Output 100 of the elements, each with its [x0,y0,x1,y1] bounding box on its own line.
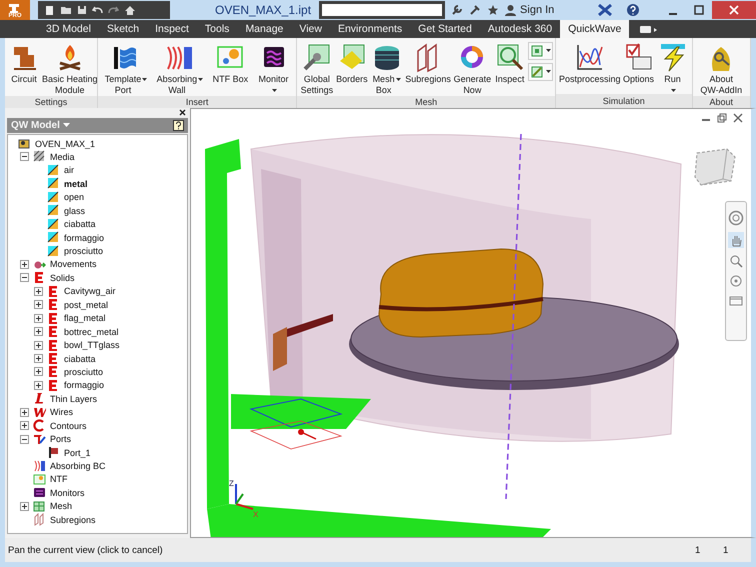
tree-item[interactable]: post_metal [63,300,110,310]
orbit-icon[interactable] [729,274,743,288]
ribbon-tab[interactable]: View [291,20,330,38]
zoom-icon[interactable] [729,254,743,268]
tree-item[interactable]: OVEN_MAX_1 [34,138,96,149]
exchange-icon[interactable] [598,4,612,16]
expander-icon[interactable] [20,502,29,511]
ribbon-button[interactable]: Monitor [256,40,290,96]
ribbon-button[interactable]: Postprocessing [558,40,622,94]
expander-icon[interactable] [34,367,43,376]
ribbon-button[interactable]: Options [622,40,656,94]
tree-item[interactable]: glass [63,206,86,216]
tree-item[interactable]: Mesh [49,501,74,512]
expander-icon[interactable] [20,421,29,430]
expander-icon[interactable] [34,354,43,364]
ribbon-button[interactable]: About QW-AddIn [699,40,744,96]
expander-icon[interactable] [34,286,43,296]
tree-item[interactable]: formaggio [63,380,106,390]
ribbon-tab[interactable]: Autodesk 360 [480,20,560,38]
ribbon-tab[interactable]: 3D Model [38,20,99,38]
sign-in-link[interactable]: Sign In [520,4,554,16]
close-button[interactable] [712,1,756,19]
ribbon-tab[interactable]: Manage [237,20,292,38]
ribbon-button[interactable]: Mesh Box [370,40,404,96]
search-field[interactable] [322,4,442,16]
home-icon[interactable] [124,4,136,16]
tree-item[interactable]: bottrec_metal [63,326,120,337]
wrench-icon[interactable] [451,4,464,16]
ribbon-button[interactable]: Generate Now [452,40,492,96]
ribbon-button[interactable]: Borders [334,40,369,96]
expander-icon[interactable] [20,152,29,162]
ribbon-tab[interactable]: Environments [330,20,410,38]
tree-item[interactable]: Contours [49,420,88,431]
hand-icon[interactable] [728,232,744,248]
tree-item[interactable]: Subregions [49,514,97,525]
expander-icon[interactable] [34,327,43,336]
letter-e-icon [47,312,60,325]
expander-icon[interactable] [34,340,43,350]
ribbon-tab[interactable]: Sketch [98,20,148,38]
tree-item[interactable]: ciabatta [63,219,97,230]
tree-item[interactable]: Cavitywg_air [63,286,117,296]
letter-e-icon [47,325,60,338]
steering-wheel-icon[interactable] [728,210,744,226]
tree-item[interactable]: Solids [49,272,76,283]
small-mesh-button[interactable] [528,62,553,81]
ribbon-button[interactable]: Absorbing Wall [156,40,204,96]
expander-icon[interactable] [20,273,29,282]
open-folder-icon[interactable] [60,5,72,15]
user-icon[interactable] [505,4,516,16]
close-icon[interactable] [179,109,186,116]
restore-icon[interactable] [717,112,727,123]
ribbon-tab[interactable]: Inspect [147,20,197,38]
ribbon-button[interactable]: NTF Box [212,40,250,96]
tree-item[interactable]: Monitors [49,488,86,498]
tree-item[interactable]: Movements [49,259,98,270]
tree-item[interactable]: Ports [49,434,72,444]
expander-icon[interactable] [34,380,43,390]
tree-item[interactable]: Port_1 [63,448,92,458]
tree-item[interactable]: metal [63,178,89,189]
tree-item[interactable]: formaggio [63,232,106,243]
clapperboard-icon[interactable] [729,294,743,306]
tree-item[interactable]: NTF [49,474,68,484]
star-icon[interactable] [487,4,500,16]
tree-item[interactable]: open [63,192,86,202]
new-file-icon[interactable] [44,4,55,16]
tree-item[interactable]: Media [49,152,76,162]
tree-item[interactable]: flag_metal [63,313,107,324]
ribbon-button[interactable]: Run [656,40,690,94]
ribbon-button[interactable]: Template Port [104,40,148,96]
redo-icon[interactable] [108,5,119,15]
tree-item[interactable]: Absorbing BC [49,461,107,472]
tree-item[interactable]: ciabatta [63,354,97,364]
help-icon[interactable] [173,120,184,131]
tree-item[interactable]: Thin Layers [49,394,98,404]
ribbon-tab[interactable]: QuickWave [560,20,630,38]
tree-item[interactable]: Wires [49,407,74,418]
tree-item[interactable]: air [63,165,76,176]
ribbon-button[interactable]: Subregions [404,40,452,96]
ribbon-tab[interactable]: Tools [196,20,238,38]
expander-icon[interactable] [34,300,43,310]
expander-icon[interactable] [20,408,29,417]
save-icon[interactable] [77,5,87,15]
video-camera-icon[interactable] [639,24,660,34]
tree-item[interactable]: bowl_TTglass [63,340,121,350]
tree-item[interactable]: prosciutto [63,366,104,377]
view-cube-icon[interactable] [693,146,737,187]
help-icon[interactable] [626,3,640,17]
expander-icon[interactable] [20,260,29,269]
tree-item[interactable]: prosciutto [63,246,104,256]
small-mesh-button[interactable] [528,42,553,60]
ribbon-button[interactable]: Circuit [7,40,41,96]
ribbon-button[interactable]: Inspect [492,40,527,96]
expander-icon[interactable] [34,314,43,323]
diagonal-split-icon [47,177,60,190]
ribbon-button[interactable]: Basic Heating Module [41,40,99,96]
ribbon-tab[interactable]: Get Started [410,20,480,38]
expander-icon[interactable] [20,434,29,444]
absorber-icon [33,460,46,473]
undo-icon[interactable] [92,5,103,15]
ribbon-button[interactable]: Global Settings [300,40,334,96]
